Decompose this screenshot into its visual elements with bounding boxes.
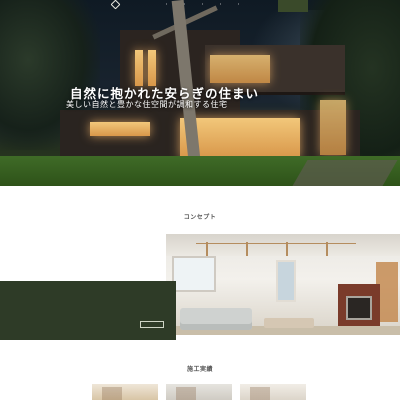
interior-fireplace-opening	[346, 296, 372, 320]
nav-item-1[interactable]	[158, 3, 167, 5]
interior-table	[264, 318, 314, 328]
site-logo[interactable]	[110, 0, 121, 10]
nav-links	[158, 3, 239, 5]
house-window	[90, 122, 150, 136]
interior-beam	[246, 242, 248, 256]
thumbnail-image	[250, 387, 270, 400]
hero-subtitle: 美しい自然と豊かな住空間が調和する住宅	[66, 100, 228, 109]
concept-card	[0, 281, 176, 340]
interior-beam	[286, 242, 288, 256]
house-window	[210, 55, 270, 83]
interior-light-rail	[196, 234, 356, 244]
nav-item-4[interactable]	[212, 3, 221, 5]
concept-more-button[interactable]	[140, 321, 164, 328]
thumbnail-image	[102, 387, 122, 400]
nav-item-2[interactable]	[176, 3, 185, 5]
works-thumbnail[interactable]	[166, 384, 232, 400]
interior-beam	[326, 242, 328, 256]
concept-heading: コンセプト	[183, 214, 217, 221]
works-heading: 施工実績	[186, 366, 213, 373]
interior-door	[276, 260, 296, 302]
logo-icon	[110, 0, 121, 10]
house-window	[320, 100, 346, 155]
thumbnail-image	[176, 387, 196, 400]
works-thumbnail[interactable]	[240, 384, 306, 400]
hero-path	[292, 160, 398, 186]
contact-button[interactable]	[278, 0, 308, 12]
house-window	[148, 50, 156, 86]
hero-section: 自然に抱かれた安らぎの住まい 美しい自然と豊かな住空間が調和する住宅	[0, 0, 400, 186]
works-thumbnail[interactable]	[92, 384, 158, 400]
interior-beam	[206, 242, 208, 256]
interior-window	[172, 256, 216, 292]
nav-item-3[interactable]	[194, 3, 203, 5]
nav-item-5[interactable]	[230, 3, 239, 5]
concept-interior-image	[166, 234, 400, 335]
house-window	[135, 50, 143, 86]
interior-sofa	[180, 308, 252, 330]
global-nav	[0, 0, 400, 14]
